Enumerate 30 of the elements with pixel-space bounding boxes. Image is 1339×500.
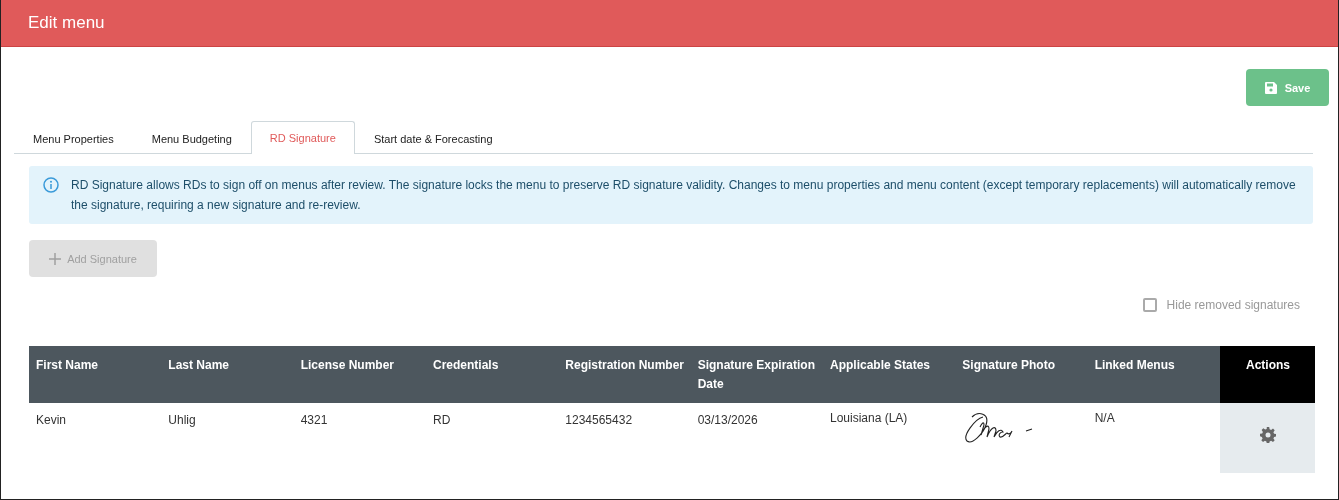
table-cell: Kevin	[29, 403, 162, 473]
column-header: Signature Expiration Date	[690, 346, 823, 403]
checkbox[interactable]	[1142, 298, 1157, 312]
column-header: Actions	[1220, 346, 1315, 403]
tab[interactable]: Menu Properties	[14, 122, 133, 154]
info-icon	[43, 177, 59, 193]
table-cell: 4321	[293, 403, 426, 473]
settings-icon[interactable]	[1260, 427, 1276, 446]
column-header: First Name	[29, 346, 162, 403]
column-header: Credentials	[426, 346, 559, 403]
tab[interactable]: RD Signature	[250, 121, 355, 154]
table-cell: Louisiana (LA)	[822, 403, 956, 473]
column-header: Last Name	[161, 346, 294, 403]
plus-icon	[49, 252, 62, 265]
save-icon	[1264, 81, 1277, 94]
info-text: RD Signature allows RDs to sign off on menus after review. The signature locks the menu to preserve RD signature validity. Changes to menu properties and menu content (except temporary replacements) will automatically remove the signature, requiring a new signature and re-review.	[71, 177, 1297, 214]
column-header: Linked Menus	[1087, 346, 1220, 403]
tab[interactable]: Start date & Forecasting	[354, 122, 512, 154]
table-cell: Uhlig	[161, 403, 294, 473]
table-cell: 03/13/2026	[690, 403, 823, 473]
tab[interactable]: Menu Budgeting	[132, 122, 251, 154]
table-cell: 1234565432	[558, 403, 691, 473]
column-header: Registration Number	[558, 346, 691, 403]
page-title: Edit menu	[28, 13, 105, 33]
table-cell: N/A	[1087, 403, 1220, 473]
column-header: License Number	[293, 346, 426, 403]
table-cell: RD	[426, 403, 559, 473]
checkbox-label: Hide removed signatures	[1166, 298, 1300, 312]
column-header: Applicable States	[822, 346, 956, 403]
column-header: Signature Photo	[955, 346, 1088, 403]
